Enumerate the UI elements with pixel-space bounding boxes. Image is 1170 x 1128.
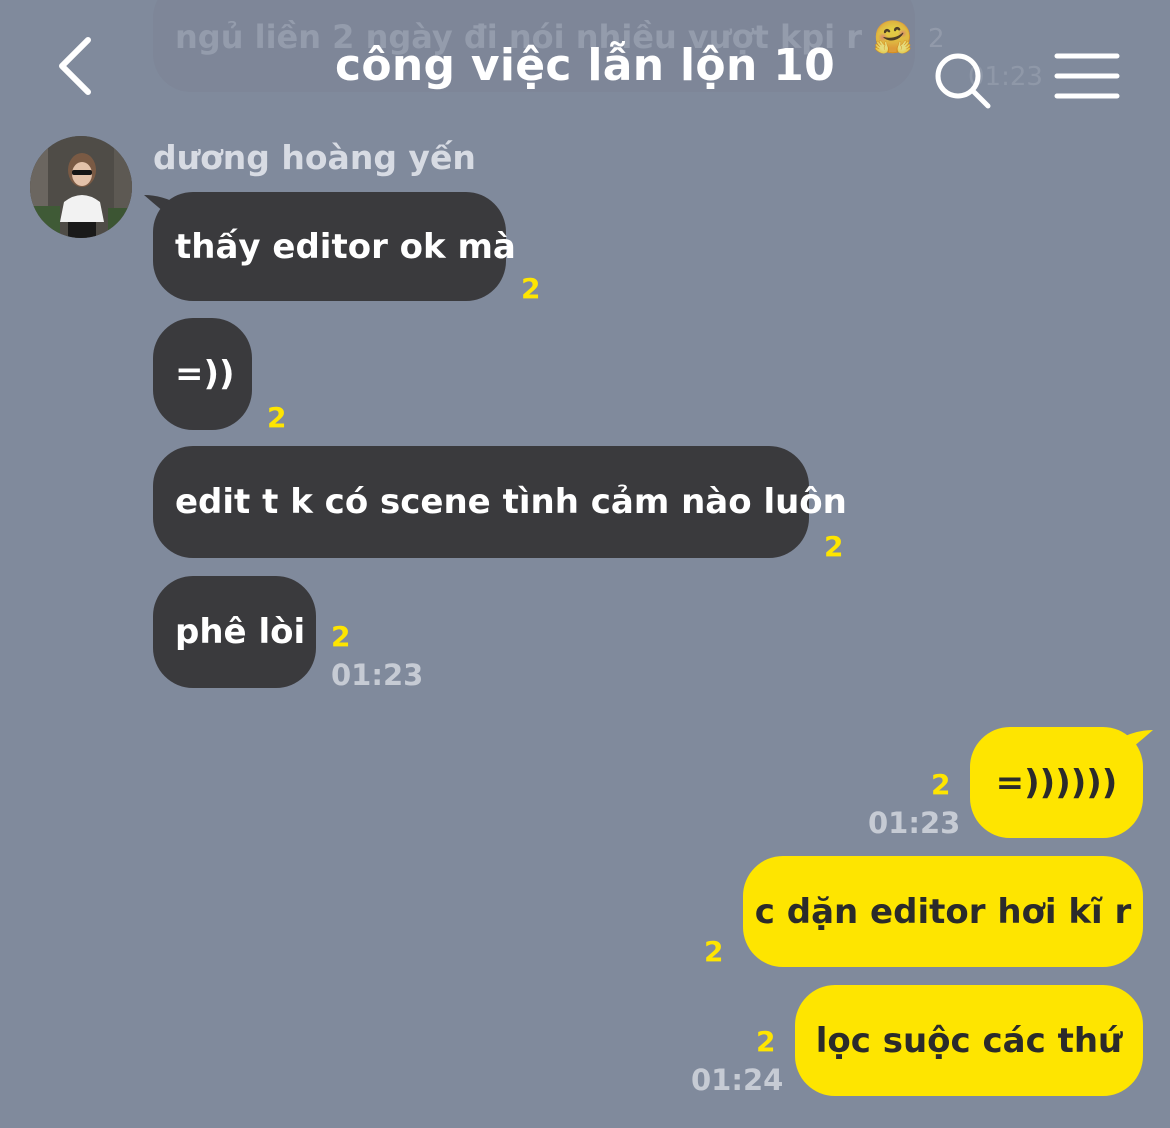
incoming-message-bubble[interactable]: =)) <box>153 318 252 430</box>
message-text: edit t k có scene tình cảm nào luôn <box>175 482 847 522</box>
hamburger-menu-icon[interactable] <box>1052 48 1122 104</box>
message-time: 01:23 <box>331 658 424 692</box>
outgoing-message-bubble[interactable]: lọc suộc các thứ <box>795 985 1143 1096</box>
read-count: 2 <box>931 768 951 801</box>
message-text: c dặn editor hơi kĩ r <box>754 891 1132 932</box>
chat-title: công việc lẫn lộn 10 <box>334 40 836 91</box>
message-text: phê lòi <box>175 612 306 652</box>
search-icon[interactable] <box>930 48 994 112</box>
message-text: =)) <box>175 354 235 394</box>
outgoing-message-bubble[interactable]: =)))))) <box>970 727 1143 838</box>
read-count: 2 <box>756 1025 776 1058</box>
sender-name: dương hoàng yến <box>153 138 476 177</box>
chevron-left-icon[interactable] <box>50 30 110 100</box>
incoming-message-bubble[interactable]: edit t k có scene tình cảm nào luôn <box>153 446 847 558</box>
read-count: 2 <box>521 272 541 305</box>
read-count: 2 <box>267 401 287 434</box>
outgoing-message-bubble[interactable]: c dặn editor hơi kĩ r <box>743 856 1143 967</box>
read-count: 2 <box>704 935 724 968</box>
read-count: 2 <box>824 530 844 563</box>
message-text: thấy editor ok mà <box>175 226 516 267</box>
message-text: lọc suộc các thứ <box>815 1020 1123 1061</box>
message-time: 01:23 <box>868 806 961 840</box>
incoming-message-bubble[interactable]: phê lòi <box>153 576 316 688</box>
message-text: =)))))) <box>995 762 1118 803</box>
avatar[interactable] <box>30 136 132 238</box>
read-count: 2 <box>331 620 351 653</box>
incoming-message-bubble[interactable]: thấy editor ok mà <box>153 192 516 301</box>
message-time: 01:24 <box>691 1063 784 1097</box>
